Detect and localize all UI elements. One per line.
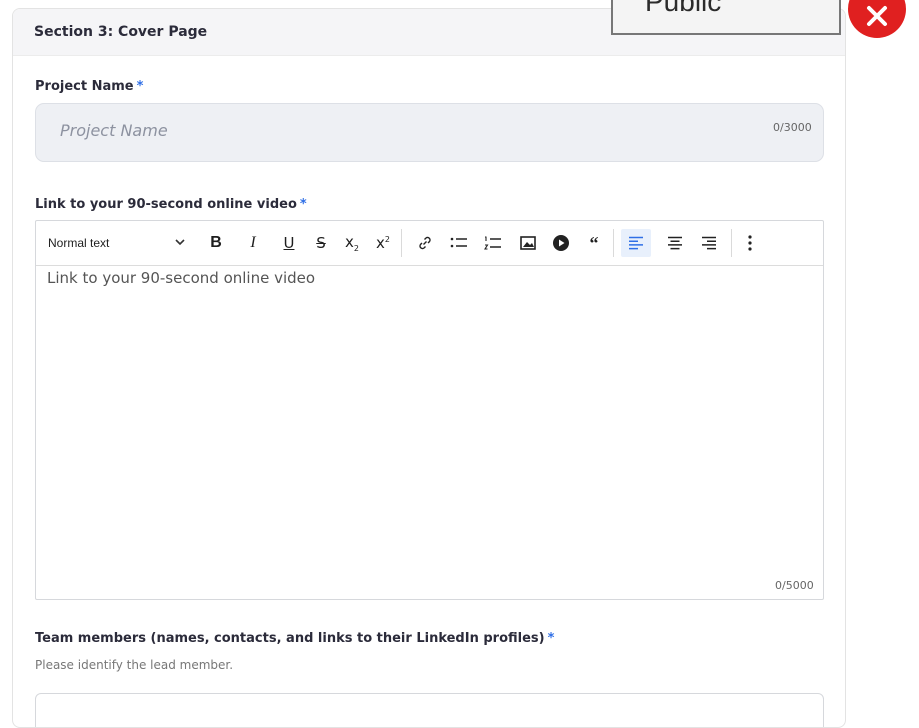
video-link-editor[interactable]: Normal text B I U S x2 x2 “ Link to your… xyxy=(35,220,824,600)
numbered-list-icon[interactable] xyxy=(481,229,505,257)
toolbar-divider xyxy=(731,229,732,257)
video-icon[interactable] xyxy=(549,229,573,257)
chevron-down-icon xyxy=(173,232,187,255)
project-name-placeholder: Project Name xyxy=(60,121,168,140)
video-link-label: Link to your 90-second online video * xyxy=(35,197,307,212)
italic-icon[interactable]: I xyxy=(241,229,265,257)
align-right-icon[interactable] xyxy=(697,229,721,257)
align-center-icon[interactable] xyxy=(663,229,687,257)
project-name-counter: 0/3000 xyxy=(773,121,812,134)
cover-page-section: Section 3: Cover Page Project Name * Proj… xyxy=(12,8,846,728)
bulleted-list-icon[interactable] xyxy=(447,229,471,257)
underline-icon[interactable]: U xyxy=(277,229,301,257)
project-name-label: Project Name * xyxy=(35,79,143,94)
toolbar-divider xyxy=(613,229,614,257)
video-link-counter: 0/5000 xyxy=(775,579,814,592)
format-select-value: Normal text xyxy=(48,236,110,250)
close-icon[interactable] xyxy=(848,0,906,38)
format-select[interactable]: Normal text xyxy=(48,229,188,257)
public-badge: Public xyxy=(611,0,841,35)
team-members-helper: Please identify the lead member. xyxy=(35,658,234,672)
required-mark: * xyxy=(136,79,144,94)
team-members-label-text: Team members (names, contacts, and links… xyxy=(35,631,545,646)
editor-content[interactable]: Link to your 90-second online video xyxy=(47,269,315,287)
image-icon[interactable] xyxy=(516,229,540,257)
bold-icon[interactable]: B xyxy=(204,229,228,257)
quote-icon[interactable]: “ xyxy=(582,229,606,257)
toolbar-divider xyxy=(401,229,402,257)
required-mark: * xyxy=(547,631,555,646)
project-name-input[interactable]: Project Name 0/3000 xyxy=(35,103,824,162)
editor-toolbar: Normal text B I U S x2 x2 “ xyxy=(36,221,823,266)
superscript-icon[interactable]: x2 xyxy=(370,229,396,257)
strikethrough-icon[interactable]: S xyxy=(309,229,333,257)
team-members-input[interactable] xyxy=(35,693,824,727)
video-link-label-text: Link to your 90-second online video xyxy=(35,197,297,212)
public-badge-text: Public xyxy=(645,0,722,17)
team-members-label: Team members (names, contacts, and links… xyxy=(35,631,554,646)
required-mark: * xyxy=(299,197,307,212)
subscript-icon[interactable]: x2 xyxy=(339,229,365,257)
project-name-label-text: Project Name xyxy=(35,79,134,94)
section-title: Section 3: Cover Page xyxy=(34,24,208,40)
link-icon[interactable] xyxy=(413,229,437,257)
more-vertical-icon[interactable] xyxy=(740,229,760,257)
align-left-icon[interactable] xyxy=(621,229,651,257)
